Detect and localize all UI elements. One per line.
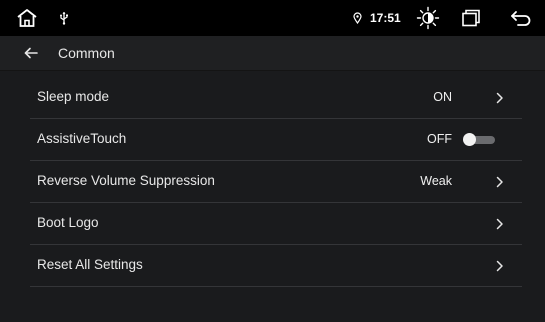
setting-row-assistivetouch[interactable]: AssistiveTouch OFF [30,119,522,161]
setting-label: Sleep mode [37,89,110,104]
home-icon[interactable] [14,0,40,36]
settings-screen: 17:51 Common Sleep mode ON AssistiveTouc… [0,0,545,322]
setting-label: Reset All Settings [37,257,143,272]
setting-label: Reverse Volume Suppression [37,173,215,188]
settings-list: Sleep mode ON AssistiveTouch OFF Reverse… [30,77,522,287]
title-bar: Common [0,36,545,71]
status-clock: 17:51 [370,11,401,25]
page-title: Common [58,45,115,61]
brightness-icon[interactable] [415,0,441,36]
setting-value: OFF [427,132,452,146]
chevron-right-icon [494,203,506,244]
status-bar: 17:51 [0,0,545,36]
assistivetouch-toggle[interactable] [463,133,497,147]
location-pin-icon [350,0,364,36]
setting-value: ON [433,90,452,104]
toggle-thumb [463,133,476,146]
chevron-right-icon [494,77,506,118]
back-icon[interactable] [508,0,534,36]
recent-apps-icon[interactable] [458,0,484,36]
chevron-right-icon [494,245,506,286]
setting-value: Weak [420,174,452,188]
setting-row-boot-logo[interactable]: Boot Logo [30,203,522,245]
chevron-right-icon [494,161,506,202]
setting-row-reset-all-settings[interactable]: Reset All Settings [30,245,522,287]
usb-icon [56,0,72,36]
arrow-left-icon[interactable] [20,36,42,70]
setting-row-reverse-volume-suppression[interactable]: Reverse Volume Suppression Weak [30,161,522,203]
setting-label: Boot Logo [37,215,99,230]
setting-row-sleep-mode[interactable]: Sleep mode ON [30,77,522,119]
setting-label: AssistiveTouch [37,131,127,146]
